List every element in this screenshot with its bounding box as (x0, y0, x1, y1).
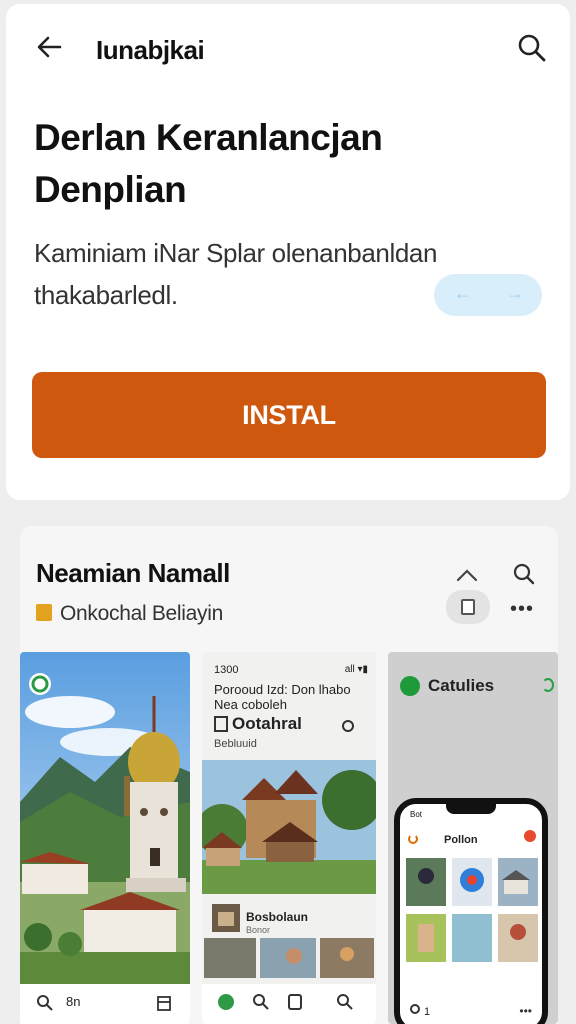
screen-header: Porooud Izd: Don lhabo Nea coboleh (214, 682, 351, 712)
install-button[interactable]: INSTAL (32, 372, 546, 458)
item-meta: Bonor (246, 925, 271, 935)
item-name: Bosbolaun (246, 910, 308, 924)
bookmark-icon (214, 716, 228, 732)
calendar-icon[interactable] (156, 994, 172, 1012)
pager-prev-icon[interactable]: ← (454, 283, 472, 304)
chevron-up-icon[interactable] (456, 568, 478, 582)
screenshot-3[interactable]: Catulies Bot Pollon 1 ••• (388, 652, 558, 1024)
phone-mockup: Bot Pollon 1 ••• (394, 798, 548, 1024)
app-description: Kaminiam iNar Splar olenanbanldan thakab… (34, 238, 438, 310)
bottom-nav (202, 984, 376, 1024)
save-button[interactable] (446, 590, 490, 624)
app-bar: Iunabjkai (6, 4, 570, 96)
phone-count: 1 (424, 1006, 431, 1018)
bookmark-icon (36, 604, 52, 621)
more-icon[interactable]: ••• (510, 598, 534, 621)
phone-notch (446, 802, 496, 814)
app-title: Derlan Keranlancjan Denplian (34, 117, 383, 210)
phone-back-icon (408, 834, 418, 844)
back-arrow-icon[interactable] (34, 32, 64, 62)
home-icon[interactable] (218, 994, 234, 1010)
profile-search-icon[interactable] (336, 993, 354, 1011)
pager-next-icon[interactable]: → (506, 283, 524, 304)
phone-count-icon (410, 1004, 420, 1014)
search-icon[interactable] (516, 32, 548, 64)
save-icon (461, 599, 475, 615)
church-landscape-image (20, 652, 190, 984)
phone-photo-grid (406, 858, 538, 962)
phone-title: Pollon (444, 834, 478, 846)
screen-title: Catulies (428, 676, 495, 695)
phone-status-time: Bot (410, 810, 423, 819)
screenshots-section: Neamian Namall Onkochal Beliayin ••• 8n … (20, 526, 558, 1024)
section-search-icon[interactable] (512, 562, 536, 586)
screenshot-2[interactable]: 1300 all ▾▮ Porooud Izd: Don lhabo Nea c… (202, 652, 376, 1024)
status-time: 1300 (214, 664, 239, 676)
photo-row (204, 938, 374, 978)
phone-more-icon: ••• (519, 1004, 532, 1018)
screen-caption: Bebluuid (214, 738, 257, 750)
village-image (202, 760, 376, 894)
brand-icon (400, 676, 420, 696)
app-detail-card: Iunabjkai Derlan Keranlancjan Denplian K… (6, 4, 570, 500)
nav-search-icon[interactable] (36, 994, 54, 1012)
nav-label: 8n (66, 994, 81, 1009)
appbar-title: Iunabjkai (96, 35, 205, 65)
screen-heading: Ootahral (232, 714, 302, 733)
library-icon[interactable] (288, 994, 302, 1010)
notification-icon (524, 830, 536, 842)
screenshot-1[interactable]: 8n (20, 652, 190, 1024)
section-subtitle: Onkochal Beliayin (60, 602, 223, 625)
section-title: Neamian Namall (36, 558, 230, 588)
nav-search-icon[interactable] (252, 993, 270, 1011)
refresh-icon (542, 678, 554, 692)
item-thumbnail (212, 904, 240, 932)
pager-control[interactable]: ← → (434, 274, 542, 316)
status-icons: all ▾▮ (344, 664, 368, 675)
info-icon (342, 720, 354, 732)
bottom-nav: 8n (20, 984, 190, 1024)
